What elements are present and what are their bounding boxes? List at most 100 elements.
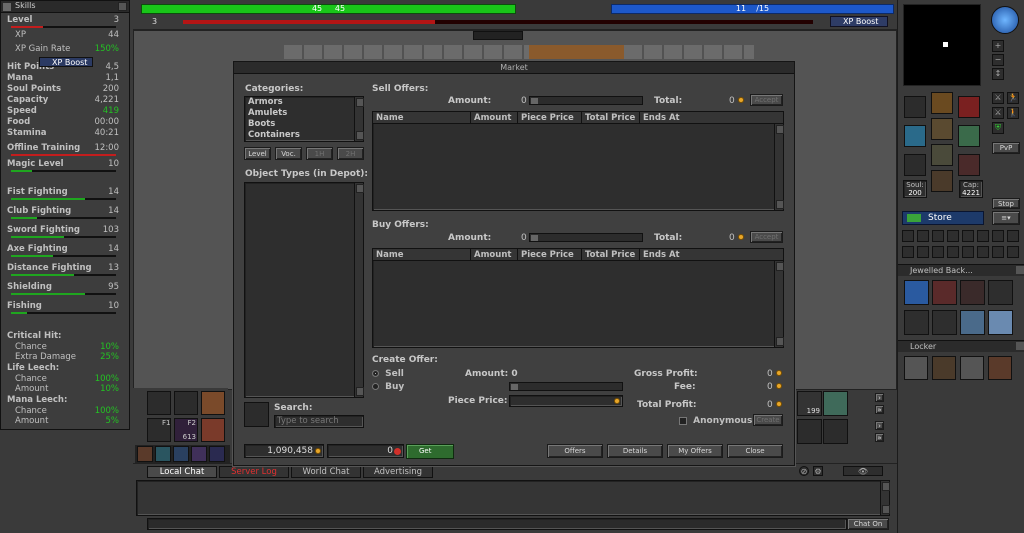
buy-accept-button[interactable]: Accept (750, 231, 783, 243)
equip-amulet-slot[interactable] (904, 96, 926, 118)
equip-shield-slot[interactable] (958, 125, 980, 147)
ignore-icon[interactable]: ⊘ (799, 466, 809, 476)
create-amount-slider[interactable] (509, 382, 623, 391)
hotkey-slot[interactable] (797, 419, 822, 444)
view-icon[interactable]: 👁 (843, 466, 883, 476)
market-title-bar[interactable]: Market (234, 62, 794, 74)
menu-button[interactable]: ≡▾ (992, 211, 1020, 225)
unjustified-icon[interactable] (947, 246, 959, 258)
col-ends-at[interactable]: Ends At (640, 249, 774, 260)
filter-button[interactable]: Voc. (275, 147, 302, 160)
hunt-icon[interactable] (932, 246, 944, 258)
buy-radio[interactable]: Buy (372, 382, 404, 392)
hotkey-slot[interactable] (155, 446, 171, 462)
hotkey-avatar[interactable] (201, 418, 225, 442)
stop-button[interactable]: Stop (992, 198, 1020, 209)
sell-radio[interactable]: Sell (372, 369, 404, 379)
chat-tab[interactable]: World Chat (291, 466, 361, 478)
col-piece-price[interactable]: Piece Price (518, 112, 582, 123)
defense-stance-icon[interactable]: ⛨ (992, 122, 1004, 134)
hotkey-slot-f1[interactable]: F1 (147, 418, 171, 442)
hotkey-slot[interactable] (174, 391, 198, 415)
skills-icon[interactable] (902, 230, 914, 242)
locker-slot[interactable] (932, 356, 956, 380)
hotkey-slot[interactable] (191, 446, 207, 462)
col-piece-price[interactable]: Piece Price (518, 249, 582, 260)
offers-button[interactable]: Offers (547, 444, 603, 458)
search-input[interactable]: Type to search (274, 415, 364, 428)
hotkey-slot-f2[interactable]: F2 613 (174, 418, 198, 442)
close-icon[interactable] (1016, 266, 1024, 274)
backpack-slot[interactable] (988, 310, 1013, 335)
buy-table-scrollbar[interactable] (774, 261, 784, 347)
sell-accept-button[interactable]: Accept (750, 94, 783, 106)
backpack-slot[interactable] (904, 310, 929, 335)
col-ends-at[interactable]: Ends At (640, 112, 774, 123)
category-item[interactable]: Amulets (245, 108, 363, 119)
floor-icon[interactable]: ↕ (992, 68, 1004, 80)
minimap[interactable] (903, 4, 981, 86)
chat-tab[interactable]: Local Chat (147, 466, 217, 478)
create-button[interactable]: Create (753, 414, 783, 426)
equip-backpack-slot[interactable] (958, 96, 980, 118)
store-button[interactable]: Store (902, 211, 984, 225)
buy-offers-table[interactable]: Name Amount Piece Price Total Price Ends… (372, 248, 784, 348)
equip-weapon-slot[interactable] (904, 125, 926, 147)
filter-button[interactable]: 2H (337, 147, 364, 160)
scroll-right-button[interactable]: › (875, 393, 884, 402)
category-item[interactable]: Boots (245, 119, 363, 130)
zoom-out-icon[interactable]: − (992, 54, 1004, 66)
piece-price-input[interactable] (509, 395, 623, 407)
party-icon[interactable] (977, 230, 989, 242)
hotkey-slot[interactable] (173, 446, 189, 462)
backpack-slot[interactable] (988, 280, 1013, 305)
categories-list[interactable]: Armors Amulets Boots Containers (244, 96, 364, 142)
backpack-slot[interactable] (960, 310, 985, 335)
chat-on-button[interactable]: Chat On (847, 518, 889, 530)
help-icon[interactable] (1007, 230, 1019, 242)
backpack-title-bar[interactable]: Jewelled Back... (898, 265, 1024, 276)
filter-button[interactable]: Level (244, 147, 271, 160)
locker-title-bar[interactable]: Locker (898, 341, 1024, 352)
col-name[interactable]: Name (373, 112, 471, 123)
hotkey-slot[interactable] (137, 446, 153, 462)
xp-boost-badge-top[interactable]: XP Boost (830, 16, 888, 27)
filter-button[interactable]: 1H (306, 147, 333, 160)
balanced-stance-icon[interactable]: ⚔ (992, 107, 1004, 119)
details-button[interactable]: Details (607, 444, 663, 458)
col-name[interactable]: Name (373, 249, 471, 260)
bosstiary-icon[interactable] (962, 246, 974, 258)
backpack-slot[interactable] (932, 280, 957, 305)
options-icon[interactable] (992, 230, 1004, 242)
my-offers-button[interactable]: My Offers (667, 444, 723, 458)
object-types-scrollbar[interactable] (354, 183, 364, 397)
close-icon[interactable] (118, 2, 127, 11)
col-total-price[interactable]: Total Price (582, 249, 640, 260)
backpack-slot[interactable] (960, 280, 985, 305)
sell-amount-slider[interactable] (529, 96, 643, 105)
vip-icon[interactable] (932, 230, 944, 242)
locker-slot[interactable] (960, 356, 984, 380)
chase-icon[interactable]: 🏃 (1007, 92, 1019, 104)
anonymous-checkbox[interactable]: Anonymous (679, 416, 752, 426)
attack-stance-icon[interactable]: ⚔ (992, 92, 1004, 104)
scroll-right-button[interactable]: » (875, 405, 884, 414)
equip-ammo-slot[interactable] (958, 154, 980, 176)
chat-tab[interactable]: Server Log (219, 466, 289, 478)
hotkey-slot[interactable] (823, 391, 848, 416)
equip-ring-slot[interactable] (904, 154, 926, 176)
quest-icon[interactable] (947, 230, 959, 242)
settings-icon[interactable]: ⚙ (813, 466, 823, 476)
chat-log[interactable] (136, 480, 890, 516)
hotkey-slot[interactable]: 199 (797, 391, 822, 416)
hotkey-slot[interactable] (823, 419, 848, 444)
col-total-price[interactable]: Total Price (582, 112, 640, 123)
analytics-icon[interactable] (902, 246, 914, 258)
chat-input[interactable] (147, 518, 847, 530)
compendium-icon[interactable] (977, 246, 989, 258)
sell-table-scrollbar[interactable] (774, 124, 784, 210)
close-button[interactable]: Close (727, 444, 783, 458)
stand-icon[interactable]: 🚶 (1007, 107, 1019, 119)
backpack-slot[interactable] (932, 310, 957, 335)
hotkey-slot[interactable] (147, 391, 171, 415)
